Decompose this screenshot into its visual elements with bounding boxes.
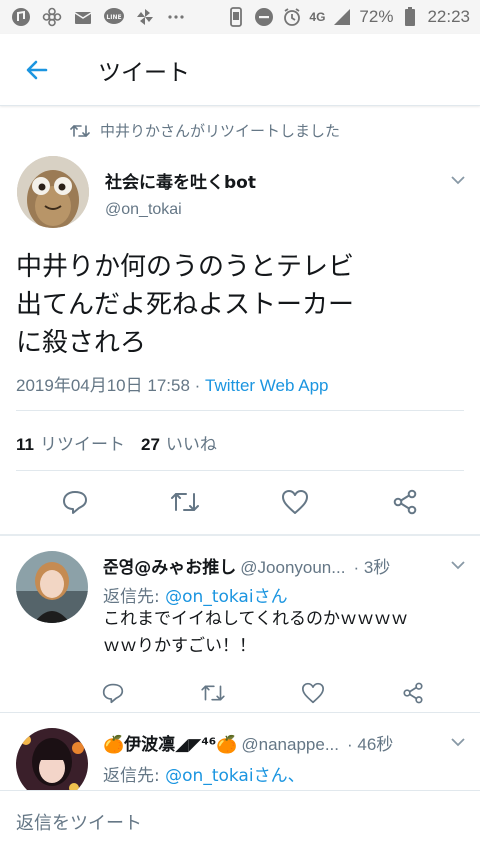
compose-placeholder: 返信をツイート [16, 813, 142, 834]
chevron-down-icon[interactable] [450, 734, 466, 750]
reply-author-name[interactable]: 🍊伊波凛◢◤⁴⁶🍊 [103, 730, 237, 755]
reply-time: · 46秒 [346, 735, 394, 754]
page-title: ツイート [98, 59, 190, 86]
divider [0, 712, 480, 713]
reply-icon [63, 491, 87, 514]
top-app-bar: ツイート [0, 34, 480, 106]
reply-text-line: ｗｗりかすごい！！ [103, 636, 256, 656]
signal-icon [331, 6, 353, 28]
author-handle[interactable]: @on_tokai [105, 201, 182, 219]
retweet-button[interactable] [193, 673, 233, 713]
status-bar: LINE 4G 72% 22:23 [0, 0, 480, 34]
reply-to-link[interactable]: @on_tokaiさん [165, 587, 287, 607]
author-name[interactable]: 社会に毒を吐くbot [105, 168, 256, 193]
tweet-meta: 2019年04月10日 17:58 · Twitter Web App [16, 371, 328, 396]
reply-text: これまでイイねしてくれるのかｗｗｗｗ ｗｗりかすごい！！ [103, 606, 463, 660]
pinwheel-icon [134, 6, 156, 28]
arrow-left-icon [26, 60, 48, 79]
share-icon [393, 489, 417, 515]
phone-icon [225, 6, 247, 28]
heart-icon [282, 490, 308, 514]
svg-text:LINE: LINE [106, 14, 121, 21]
reply-to: 返信先: @on_tokaiさん [103, 582, 288, 607]
alarm-icon [281, 6, 303, 28]
divider [16, 410, 464, 411]
network-type: 4G [309, 10, 326, 24]
meta-separator: · [189, 376, 206, 395]
reply-to: 返信先: @on_tokaiさん、 [103, 761, 305, 786]
dnd-icon [253, 6, 275, 28]
retweets-label: リツイート [39, 435, 125, 455]
reply-time: · 3秒 [353, 558, 391, 577]
author-avatar[interactable] [17, 156, 89, 228]
share-button[interactable] [393, 673, 433, 713]
divider [0, 534, 480, 536]
tweet-client-link[interactable]: Twitter Web App [205, 376, 328, 395]
reply-text-line: これまでイイねしてくれるのかｗｗｗｗ [103, 609, 408, 629]
battery-icon [399, 6, 421, 28]
reply-button[interactable] [93, 673, 133, 713]
share-button[interactable] [385, 482, 425, 522]
share-icon [403, 682, 423, 704]
battery-percent: 72% [359, 7, 394, 26]
reply-button[interactable] [55, 482, 95, 522]
retweet-icon [70, 124, 90, 137]
reply-actions [93, 673, 473, 713]
retweet-icon [201, 685, 225, 701]
chevron-down-icon[interactable] [450, 172, 466, 188]
reply-to-label: 返信先: [103, 766, 166, 786]
retweets-count: 11 [16, 435, 34, 454]
app-icon [10, 6, 32, 28]
retweets-stat[interactable]: 11 リツイート [16, 430, 125, 455]
line-icon: LINE [103, 6, 125, 28]
reply-icon [102, 683, 124, 704]
reply-header: 🍊伊波凛◢◤⁴⁶🍊 @nanappe... · 46秒 [103, 730, 433, 755]
like-button[interactable] [293, 673, 333, 713]
retweet-context-text: 中井りかさんがリツイートしました [100, 122, 341, 140]
reply-avatar[interactable] [16, 551, 88, 623]
reply-author-name[interactable]: 준영@みゃお推し [103, 553, 236, 578]
likes-label: いいね [165, 435, 217, 455]
likes-stat[interactable]: 27 いいね [141, 430, 217, 455]
heart-icon [301, 682, 324, 704]
reply-author-handle[interactable]: @nanappe... [241, 735, 339, 755]
chevron-down-icon[interactable] [450, 557, 466, 573]
tweet-text: 中井りか何のうのうとテレビ 出てんだよ死ねよストーカー に殺されろ [16, 248, 456, 362]
tweet-stats: 11 リツイート 27 いいね [16, 430, 217, 455]
like-button[interactable] [275, 482, 315, 522]
more-dots-icon [165, 6, 187, 28]
reply-to-link[interactable]: @on_tokaiさん、 [165, 766, 304, 786]
tweet-text-line: 出てんだよ死ねよストーカー [16, 290, 355, 320]
retweet-button[interactable] [165, 482, 205, 522]
retweet-icon [171, 493, 199, 511]
reply-author-handle[interactable]: @Joonyoun... [240, 558, 345, 578]
reply-header: 준영@みゃお推し @Joonyoun... · 3秒 [103, 553, 433, 578]
mail-icon [72, 6, 94, 28]
reply-to-label: 返信先: [103, 587, 166, 607]
divider [16, 470, 464, 471]
likes-count: 27 [140, 435, 160, 454]
retweet-context[interactable]: 中井りかさんがリツイートしました [70, 120, 340, 141]
reply-compose-field[interactable]: 返信をツイート [0, 790, 480, 853]
flower-icon [41, 6, 63, 28]
tweet-text-line: に殺されろ [16, 328, 147, 358]
tweet-timestamp: 2019年04月10日 17:58 [16, 376, 190, 395]
tweet-actions [0, 482, 480, 522]
back-button[interactable] [0, 34, 74, 106]
clock: 22:23 [427, 7, 470, 26]
tweet-text-line: 中井りか何のうのうとテレビ [16, 252, 355, 282]
